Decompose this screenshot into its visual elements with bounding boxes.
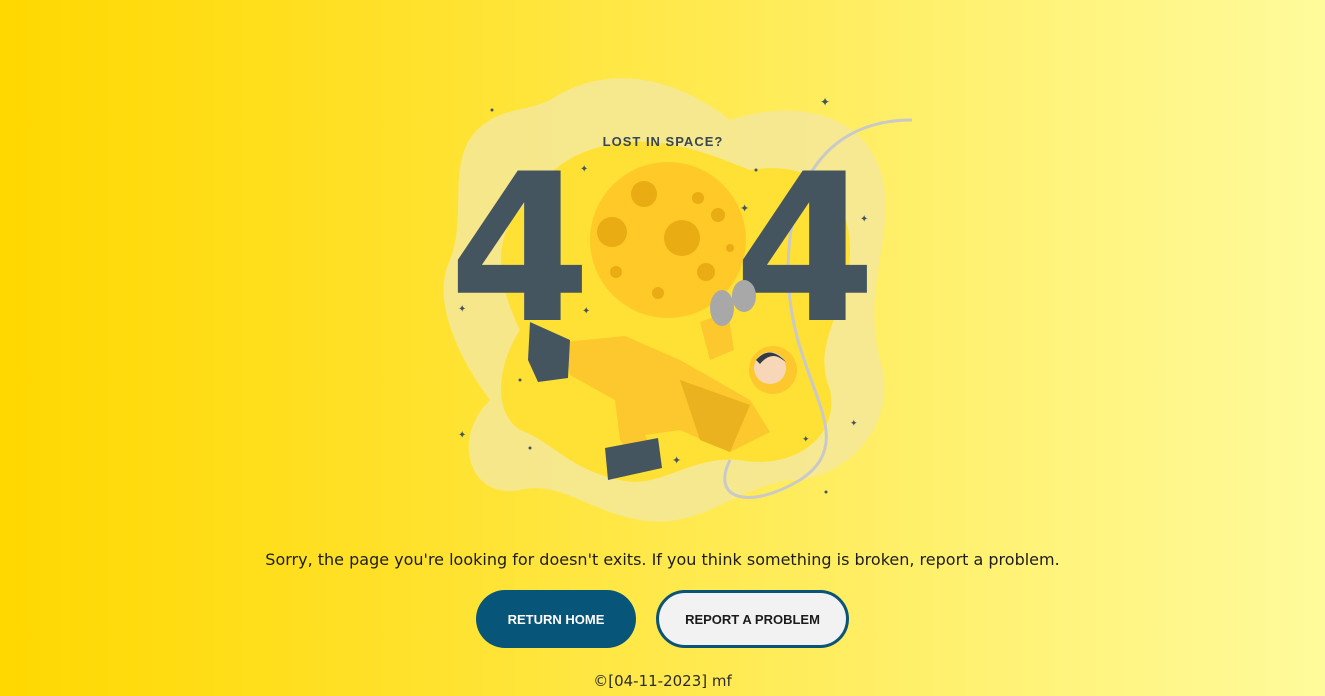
- svg-text:✦: ✦: [850, 419, 858, 429]
- return-home-button[interactable]: RETURN HOME: [476, 590, 636, 648]
- error-message: Sorry, the page you're looking for doesn…: [265, 550, 1060, 569]
- digit-four-left: 4: [449, 131, 592, 369]
- footer-copyright: ©[04-11-2023] mf: [593, 672, 732, 690]
- digit-four-right: 4: [734, 131, 877, 369]
- report-problem-button[interactable]: REPORT A PROBLEM: [656, 590, 849, 648]
- svg-text:✦: ✦: [802, 435, 810, 445]
- svg-text:✦: ✦: [672, 454, 681, 467]
- not-found-page: ✦ ✦ ✦ ✦ ✦ ✦ ✦ ✦ ✦ ✦ LOST IN SPACE? 4 4 S…: [0, 0, 1325, 696]
- astronaut-404-illustration: ✦ ✦ ✦ ✦ ✦ ✦ ✦ ✦ ✦ ✦ LOST IN SPACE? 4 4: [443, 78, 913, 522]
- svg-text:✦: ✦: [820, 95, 830, 109]
- lost-in-space-caption: LOST IN SPACE?: [603, 134, 724, 149]
- svg-text:✦: ✦: [458, 430, 466, 441]
